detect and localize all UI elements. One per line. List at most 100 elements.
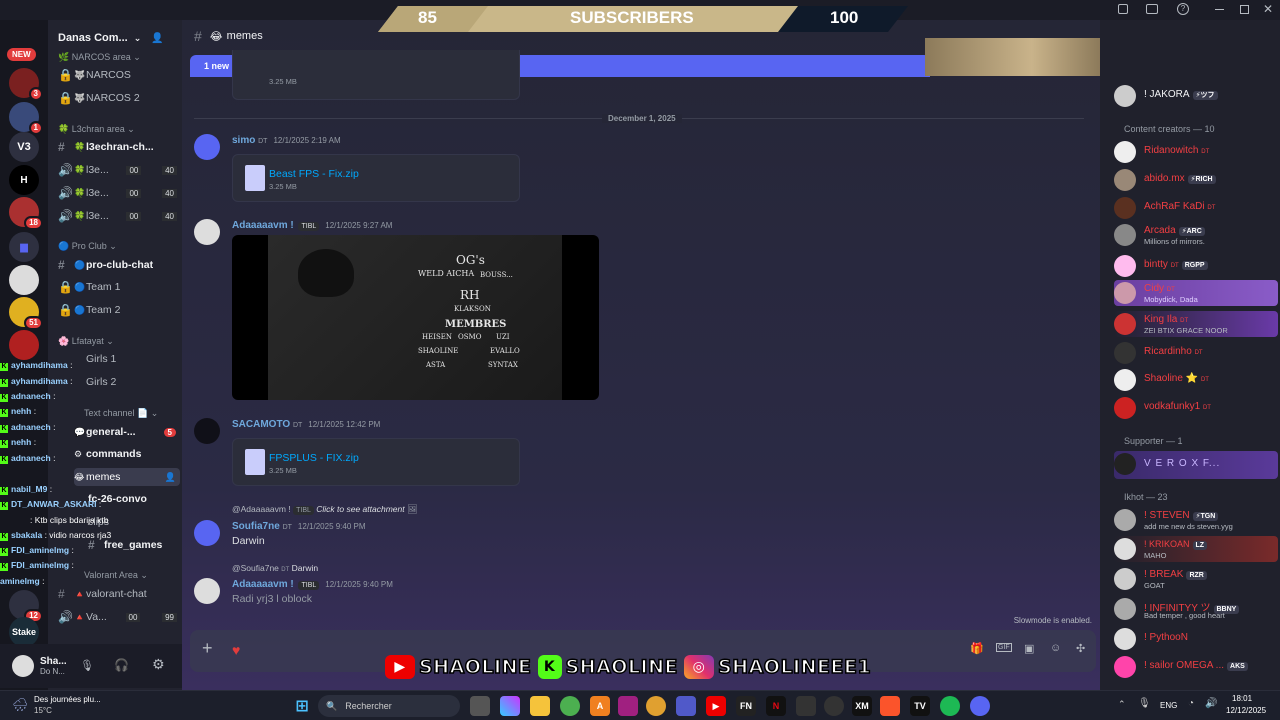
task-view-icon[interactable] <box>470 696 490 716</box>
file-attachment[interactable]: 3.25 MB <box>232 50 520 100</box>
avatar[interactable] <box>194 134 220 160</box>
weather-icon[interactable]: 🌧 <box>12 697 29 713</box>
app-icon[interactable]: FN <box>736 696 756 716</box>
image-attachment[interactable]: OG's WELD AICHA BOUSS... RH KLAKSON MEMB… <box>232 235 599 400</box>
server-v3[interactable]: V3 <box>9 132 39 162</box>
member-item[interactable]: Ridanowitch DT <box>1114 139 1278 165</box>
discord-icon[interactable] <box>970 696 990 716</box>
avatar[interactable] <box>12 655 34 677</box>
message-author[interactable]: Soufia7ne DT 12/1/2025 9:40 PM <box>232 521 366 532</box>
taskbar-search[interactable]: 🔍 Rechercher <box>318 695 460 717</box>
reply-preview[interactable]: @Soufia7ne DT Darwin <box>232 563 318 573</box>
settings-gear-icon[interactable]: ⚙ <box>152 656 165 673</box>
member-item[interactable]: Ricardinho DT <box>1114 340 1278 366</box>
app-icon[interactable] <box>618 696 638 716</box>
member-item[interactable]: ! BREAK RZR GOAT <box>1114 566 1278 592</box>
chrome-icon[interactable] <box>560 696 580 716</box>
category-lfatayat[interactable]: 🌸 Lfatayat ⌄ <box>58 336 114 347</box>
minimize-icon[interactable] <box>1215 9 1224 10</box>
message-author[interactable]: SACAMOTO DT 12/1/2025 12:42 PM <box>232 419 380 430</box>
app-icon[interactable]: XM <box>852 696 872 716</box>
member-item[interactable]: abido.mx ⚡RICH <box>1114 167 1278 193</box>
maximize-icon[interactable] <box>1240 5 1249 14</box>
screen-share-icon[interactable] <box>1146 4 1158 14</box>
member-item-highlighted[interactable]: King Ila DT ZEI BTIX GRACE NOOR <box>1114 311 1278 337</box>
app-icon[interactable] <box>646 696 666 716</box>
channel-team-1[interactable]: 🔒 🔵 Team 1 <box>58 278 180 296</box>
inbox-icon[interactable] <box>1118 4 1128 14</box>
channel-narcos[interactable]: 🔒 🐺 NARCOS <box>58 66 180 84</box>
spotify-icon[interactable] <box>940 696 960 716</box>
channel-l3echran-chat[interactable]: # 🍀 l3echran-ch... <box>58 138 180 156</box>
message-author[interactable]: Adaaaaavm ! TIBL 12/1/2025 9:27 AM <box>232 220 392 231</box>
member-item[interactable]: Arcada ⚡ARC Millions of mirrors. <box>1114 222 1278 248</box>
stake-server-icon[interactable]: Stake <box>9 617 39 647</box>
channel-team-2[interactable]: 🔒 🔵 Team 2 <box>58 301 180 319</box>
help-icon[interactable]: ? <box>1177 3 1189 15</box>
member-item-highlighted[interactable]: ! KRIKOAN LZ MAHO <box>1114 536 1278 562</box>
headphones-icon[interactable]: 🎧 <box>114 658 129 672</box>
file-attachment[interactable]: FPSPLUS - FIX.zip 3.25 MB <box>232 438 520 486</box>
member-item[interactable]: Shaoline ⭐ DT <box>1114 367 1278 393</box>
heart-icon[interactable]: ♥ <box>232 642 240 658</box>
member-item[interactable]: ! PythooN <box>1114 626 1278 652</box>
member-item[interactable]: bintty DT RGPP <box>1114 253 1278 279</box>
wifi-icon[interactable]: ◔ <box>1188 698 1194 709</box>
emoji-icon[interactable]: ☺ <box>1050 642 1061 654</box>
file-attachment[interactable]: Beast FPS - Fix.zip 3.25 MB <box>232 154 520 202</box>
voice-channel-va[interactable]: 🔊 🔺 Va... 00 99 <box>58 608 180 626</box>
channel-narcos-2[interactable]: 🔒 🐺 NARCOS 2 <box>58 89 180 107</box>
message-author[interactable]: simo DT 12/1/2025 2:19 AM <box>232 135 341 146</box>
netflix-icon[interactable]: N <box>766 696 786 716</box>
file-name[interactable]: Beast FPS - Fix.zip <box>269 168 359 180</box>
member-item-highlighted[interactable]: Cidy DT Mobydick, Dada <box>1114 280 1278 306</box>
avatar[interactable] <box>194 578 220 604</box>
apps-icon[interactable]: ✣ <box>1076 642 1085 655</box>
add-attachment-icon[interactable]: + <box>202 638 213 659</box>
voice-channel-l3e-1[interactable]: 🔊 🍀 l3e... 00 40 <box>58 161 180 179</box>
server-icon[interactable]: 3 <box>9 68 43 101</box>
sticker-icon[interactable]: ▣ <box>1024 642 1034 655</box>
microphone-tray-icon[interactable]: 🎙 <box>1138 698 1151 709</box>
member-item[interactable]: ! JAKORA ⚡ツフ <box>1114 83 1278 109</box>
file-explorer-icon[interactable] <box>530 696 550 716</box>
message-author[interactable]: Adaaaaavm ! TIBL 12/1/2025 9:40 PM <box>232 579 393 590</box>
member-item[interactable]: ! STEVEN ⚡TGN add me new ds steven.yyg <box>1114 507 1278 533</box>
member-item[interactable]: AchRaF KaDi DT <box>1114 195 1278 221</box>
server-icon[interactable]: 1 <box>9 102 43 135</box>
reply-preview[interactable]: @Adaaaaavm ! TIBL Click to see attachmen… <box>232 504 418 515</box>
teams-icon[interactable] <box>676 696 696 716</box>
app-icon[interactable]: TV <box>910 696 930 716</box>
server-folder-icon[interactable]: ▆ <box>9 232 39 262</box>
member-item-highlighted[interactable]: V E R O X F... <box>1114 451 1278 479</box>
windows-start-icon[interactable]: ⊞ <box>292 696 312 716</box>
gift-icon[interactable]: 🎁 <box>970 642 984 655</box>
category-pro-club[interactable]: 🔵 Pro Club ⌄ <box>58 241 117 252</box>
server-icon[interactable]: 51 <box>9 297 43 330</box>
member-item[interactable]: vodkafunky1 DT <box>1114 395 1278 421</box>
app-icon[interactable]: A <box>590 696 610 716</box>
category-l3chran[interactable]: 🍀 L3chran area ⌄ <box>58 124 135 135</box>
server-icon[interactable]: 12 <box>9 590 43 623</box>
close-icon[interactable]: ✕ <box>1263 2 1273 16</box>
channel-pro-club-chat[interactable]: # 🔵 pro-club-chat <box>58 256 180 274</box>
copilot-icon[interactable] <box>500 696 520 716</box>
brave-icon[interactable] <box>880 696 900 716</box>
youtube-taskbar-icon[interactable]: ▶ <box>706 696 726 716</box>
language-indicator[interactable]: ENG <box>1160 701 1177 710</box>
category-narcos[interactable]: 🌿 NARCOS area ⌄ <box>58 52 141 63</box>
voice-channel-l3e-3[interactable]: 🔊 🍀 l3e... 00 40 <box>58 207 180 225</box>
avatar[interactable] <box>194 219 220 245</box>
member-item[interactable]: ! INFINITYY ツ BBNY Bad temper , good heart <box>1114 596 1278 622</box>
volume-icon[interactable]: 🔊 <box>1205 698 1217 709</box>
server-icon[interactable]: 18 <box>9 197 43 230</box>
gif-icon[interactable]: GIF <box>996 643 1012 652</box>
microphone-icon[interactable]: 🎙 <box>80 659 94 672</box>
file-name[interactable]: FPSPLUS - FIX.zip <box>269 452 359 464</box>
guild-header[interactable]: Danas Com... ⌄ 👤 <box>48 28 182 48</box>
weather-text[interactable]: Des journées plu... <box>34 695 101 704</box>
server-icon[interactable] <box>9 265 39 295</box>
app-icon[interactable] <box>796 696 816 716</box>
avatar[interactable] <box>194 520 220 546</box>
app-icon[interactable] <box>824 696 844 716</box>
